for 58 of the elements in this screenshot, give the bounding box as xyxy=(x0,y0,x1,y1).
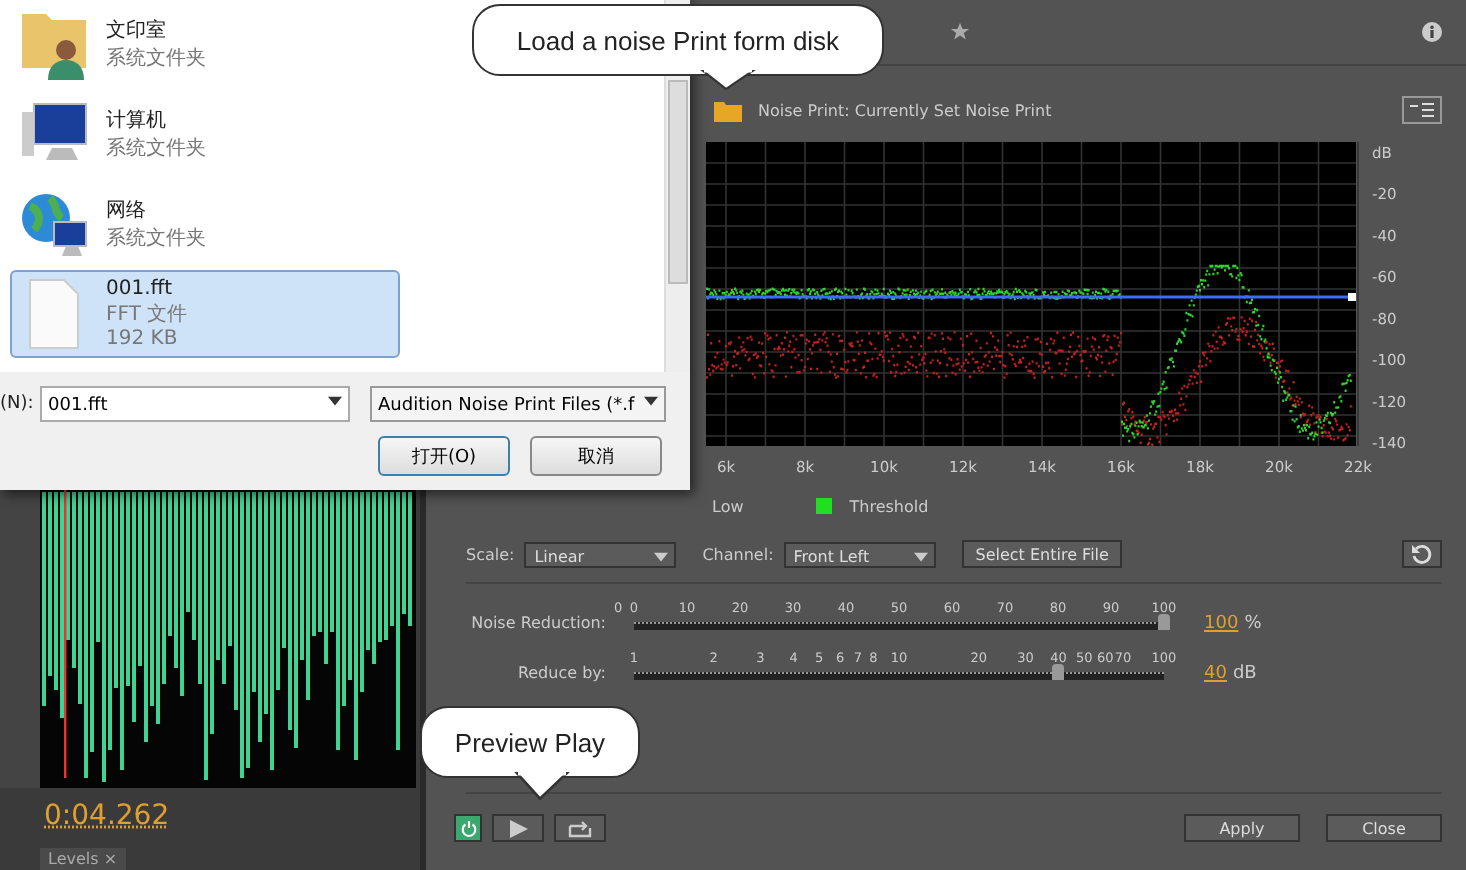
power-icon xyxy=(459,819,477,837)
cancel-button[interactable]: 取消 xyxy=(530,436,662,476)
close-button[interactable]: Close xyxy=(1326,814,1442,842)
unit-label: % xyxy=(1244,614,1262,634)
unit-label: dB xyxy=(1232,664,1257,684)
file-list-item[interactable]: 计算机 系统文件夹 xyxy=(10,90,400,178)
channel-label: Channel: xyxy=(702,545,774,563)
slider-value[interactable]: 40 xyxy=(1204,664,1227,684)
item-type: 系统文件夹 xyxy=(106,45,206,72)
callout-text: Load a noise Print form disk xyxy=(516,25,840,55)
apply-button[interactable]: Apply xyxy=(1184,814,1300,842)
power-toggle[interactable] xyxy=(454,814,482,842)
item-name: 001.fft xyxy=(106,278,175,300)
info-icon[interactable] xyxy=(1422,22,1442,42)
channel-dropdown[interactable]: Front Left xyxy=(783,541,936,567)
callout-text: Preview Play xyxy=(454,727,606,757)
reset-icon xyxy=(1410,542,1434,566)
caret-icon xyxy=(913,551,928,561)
filename-label: (N): xyxy=(0,394,36,414)
item-name: 文印室 xyxy=(106,17,168,44)
caret-icon xyxy=(654,551,669,561)
play-icon xyxy=(509,819,527,837)
file-type-dropdown[interactable]: Audition Noise Print Files (*.f xyxy=(370,386,666,422)
item-size: 192 KB xyxy=(106,328,180,350)
close-icon[interactable]: × xyxy=(103,850,118,868)
scale-label: Scale: xyxy=(466,545,515,563)
slider-value[interactable]: 100 xyxy=(1204,614,1239,634)
file-list-item[interactable]: 001.fft FFT 文件 192 KB xyxy=(10,270,400,358)
play-button[interactable] xyxy=(492,814,544,842)
slider-thumb[interactable] xyxy=(1052,664,1064,680)
item-type: FFT 文件 xyxy=(106,301,188,328)
menu-icon[interactable] xyxy=(1402,96,1442,124)
folder-icon[interactable] xyxy=(714,99,742,121)
time-readout: 0:04.262 xyxy=(44,800,170,832)
caret-icon xyxy=(328,396,342,406)
slider-thumb[interactable] xyxy=(1158,614,1170,630)
reset-button[interactable] xyxy=(1402,540,1442,568)
file-list-item[interactable]: 网络 系统文件夹 xyxy=(10,180,400,268)
noise-print-label: Noise Print: Currently Set Noise Print xyxy=(758,101,1052,119)
file-list-item[interactable]: 文印室 系统文件夹 xyxy=(10,0,400,88)
slider-label: Noise Reduction: xyxy=(469,614,606,632)
caret-icon xyxy=(644,396,658,406)
slider-label: Reduce by: xyxy=(515,664,606,682)
select-entire-file-button[interactable]: Select Entire File xyxy=(961,540,1123,568)
item-type: 系统文件夹 xyxy=(106,225,206,252)
filename-field[interactable]: 001.fft xyxy=(40,386,350,422)
legend-label: Low xyxy=(712,497,744,515)
threshold-line[interactable] xyxy=(706,293,1356,301)
legend-label: Threshold xyxy=(849,497,929,515)
levels-tab[interactable]: Levels × xyxy=(40,848,126,870)
star-icon[interactable] xyxy=(950,22,970,42)
loop-icon xyxy=(568,819,592,837)
loop-button[interactable] xyxy=(554,814,606,842)
item-type: 系统文件夹 xyxy=(106,135,206,162)
scale-dropdown[interactable]: Linear xyxy=(524,541,677,567)
item-name: 网络 xyxy=(106,198,148,224)
open-button[interactable]: 打开(O) xyxy=(378,436,510,476)
item-name: 计算机 xyxy=(106,107,168,134)
